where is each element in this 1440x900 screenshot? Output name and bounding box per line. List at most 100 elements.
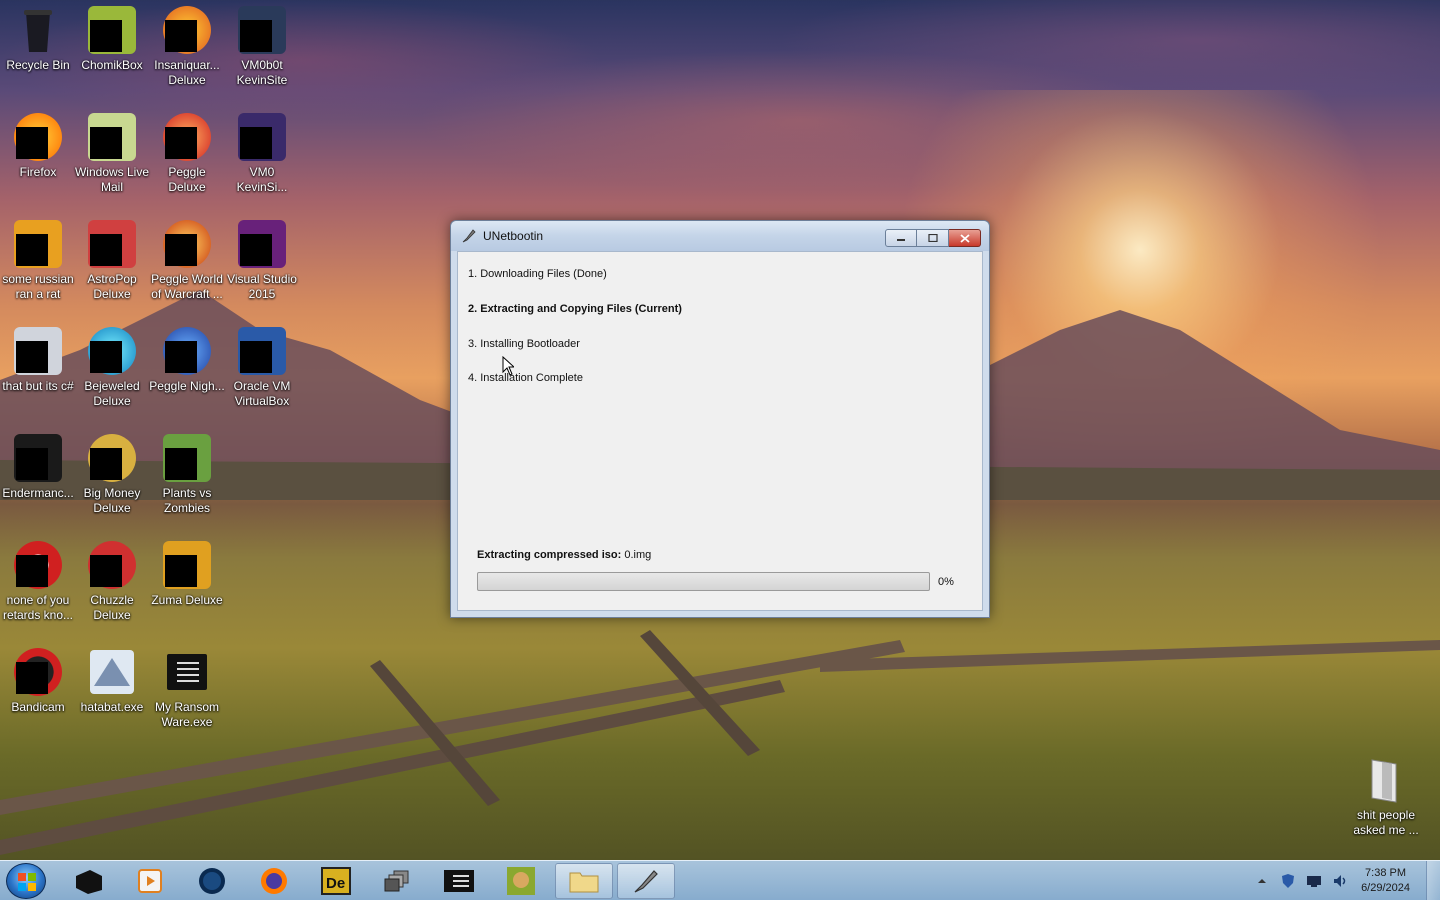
- desktop-icon-peggle-wow[interactable]: Peggle World of Warcraft ...: [149, 216, 225, 302]
- desktop-icon-label: VM0b0t KevinSite: [236, 58, 288, 87]
- start-button[interactable]: [6, 863, 46, 899]
- show-desktop-button[interactable]: [1426, 861, 1440, 900]
- folder-icon: [569, 872, 599, 893]
- taskbar-item-unetbootin[interactable]: [617, 863, 675, 899]
- application-icon: [88, 648, 136, 696]
- taskbar-item-windows[interactable]: [368, 863, 426, 899]
- vm-icon: [238, 6, 286, 54]
- desktop-icon-label: Bejeweled Deluxe: [84, 379, 140, 408]
- desktop-icon-peggle-nights[interactable]: Peggle Nigh...: [149, 323, 225, 394]
- desktop-icon-windows-live-mail[interactable]: Windows Live Mail: [74, 109, 150, 195]
- desktop-icon-recycle-bin[interactable]: Recycle Bin: [0, 2, 76, 73]
- progress-bar: [477, 572, 930, 591]
- desktop-icon-label: shit people asked me ...: [1353, 808, 1419, 837]
- desktop-icon-label: that but its c#: [2, 379, 74, 393]
- taskbar-clock[interactable]: 7:38 PM 6/29/2024: [1361, 866, 1410, 896]
- taskbar-item-dreamweaver[interactable]: De: [307, 863, 365, 899]
- desktop-icon-label: Chuzzle Deluxe: [90, 593, 134, 622]
- mouse-cursor-icon: [502, 356, 514, 376]
- minimize-icon: [897, 239, 905, 241]
- security-shield-icon[interactable]: [1280, 873, 1296, 889]
- desktop-icon-label: some russian ran a rat: [2, 272, 74, 301]
- wooden-fence: [0, 630, 1440, 855]
- desktop-icon-that-but-csharp[interactable]: that but its c#: [0, 323, 76, 394]
- peggle-icon: [163, 113, 211, 161]
- desktop-icon-label: Recycle Bin: [6, 58, 70, 72]
- chomikbox-icon: [507, 867, 535, 895]
- globe-icon: [199, 868, 225, 894]
- unetbootin-icon: [634, 870, 658, 893]
- volume-icon[interactable]: [1332, 873, 1348, 889]
- desktop-icon-label: hatabat.exe: [80, 700, 144, 714]
- desktop-icon-label: Endermanc...: [2, 486, 74, 500]
- minimize-button[interactable]: [885, 229, 917, 247]
- desktop-icon-label: Visual Studio 2015: [227, 272, 297, 301]
- desktop-icon-chomikbox[interactable]: ChomikBox: [74, 2, 150, 73]
- window-stack-icon: [384, 870, 409, 892]
- desktop-icon-russian-rat[interactable]: some russian ran a rat: [0, 216, 76, 302]
- unetbootin-icon: [462, 229, 476, 243]
- maximize-icon: [927, 234, 938, 242]
- folder-icon: [1362, 756, 1410, 804]
- astropop-icon: [88, 220, 136, 268]
- desktop-icon-bejeweled[interactable]: Bejeweled Deluxe: [74, 323, 150, 409]
- desktop-icon-label: Peggle World of Warcraft ...: [151, 272, 223, 301]
- desktop-icon-astropop[interactable]: AstroPop Deluxe: [74, 216, 150, 302]
- desktop-icon-plants-vs-zombies[interactable]: Plants vs Zombies: [149, 430, 225, 516]
- peggle-icon: [163, 327, 211, 375]
- red-circle-icon: [14, 541, 62, 589]
- window-titlebar[interactable]: UNetbootin: [451, 221, 989, 251]
- desktop-icon-label: Firefox: [19, 165, 57, 179]
- desktop-icon-insaniquarium[interactable]: Insaniquar... Deluxe: [149, 2, 225, 88]
- peggle-icon: [163, 220, 211, 268]
- console-icon: [444, 870, 474, 892]
- desktop-icon-endermanch[interactable]: Endermanc...: [0, 430, 76, 501]
- desktop-icon-ransomware[interactable]: My Ransom Ware.exe: [149, 644, 225, 730]
- windows-logo-icon: [18, 873, 36, 891]
- mail-icon: [88, 113, 136, 161]
- media-player-icon: [138, 869, 162, 893]
- taskbar-item-firefox[interactable]: [245, 863, 303, 899]
- desktop-icon-chuzzle[interactable]: Chuzzle Deluxe: [74, 537, 150, 623]
- network-icon[interactable]: [1306, 873, 1322, 889]
- taskbar-item-explorer[interactable]: [555, 863, 613, 899]
- desktop-icon-label: Insaniquar... Deluxe: [154, 58, 220, 87]
- taskbar-item-console[interactable]: [430, 863, 488, 899]
- desktop-icon-vm0b0t[interactable]: VM0b0t KevinSite: [224, 2, 300, 88]
- window-controls: [885, 229, 981, 247]
- desktop-icon-vm0-kevinsite[interactable]: VM0 KevinSi...: [224, 109, 300, 195]
- status-value: 0.img: [624, 549, 652, 561]
- desktop-icon-none-of-you[interactable]: none of you retards kno...: [0, 537, 76, 623]
- chomikbox-icon: [88, 6, 136, 54]
- bandicam-icon: [14, 648, 62, 696]
- taskbar-item-terminal[interactable]: [60, 863, 118, 899]
- step-installation-complete: 4. Installation Complete: [468, 372, 583, 384]
- desktop-icon-zuma[interactable]: Zuma Deluxe: [149, 537, 225, 608]
- maximize-button[interactable]: [917, 229, 949, 247]
- taskbar-item-media-player[interactable]: [121, 863, 179, 899]
- taskbar-item-browser[interactable]: [183, 863, 241, 899]
- status-label: Extracting compressed iso:: [477, 549, 622, 561]
- big-money-icon: [88, 434, 136, 482]
- taskbar: De 7:38 PM 6/29/2024: [0, 860, 1440, 900]
- desktop-icon-firefox[interactable]: Firefox: [0, 109, 76, 180]
- desktop-icon-hatabat[interactable]: hatabat.exe: [74, 644, 150, 715]
- desktop-icon-bandicam[interactable]: Bandicam: [0, 644, 76, 715]
- console-icon: [14, 434, 62, 482]
- desktop-icon-virtualbox[interactable]: Oracle VM VirtualBox: [224, 323, 300, 409]
- visual-studio-icon: [238, 220, 286, 268]
- show-hidden-icons-icon[interactable]: [1254, 873, 1270, 889]
- desktop-icon-peggle-deluxe[interactable]: Peggle Deluxe: [149, 109, 225, 195]
- taskbar-item-chomikbox[interactable]: [492, 863, 550, 899]
- desktop-icon-shit-people-asked[interactable]: shit people asked me ...: [1348, 752, 1424, 838]
- step-downloading: 1. Downloading Files (Done): [468, 268, 607, 280]
- desktop-icon-label: Peggle Deluxe: [168, 165, 206, 194]
- desktop-icon-label: Windows Live Mail: [74, 165, 150, 194]
- desktop-icon-big-money[interactable]: Big Money Deluxe: [74, 430, 150, 516]
- document-icon: [14, 220, 62, 268]
- desktop-icon-visual-studio[interactable]: Visual Studio 2015: [224, 216, 300, 302]
- close-button[interactable]: [949, 229, 981, 247]
- plants-vs-zombies-icon: [163, 434, 211, 482]
- desktop-icon-label: Big Money Deluxe: [83, 486, 141, 515]
- chuzzle-icon: [88, 541, 136, 589]
